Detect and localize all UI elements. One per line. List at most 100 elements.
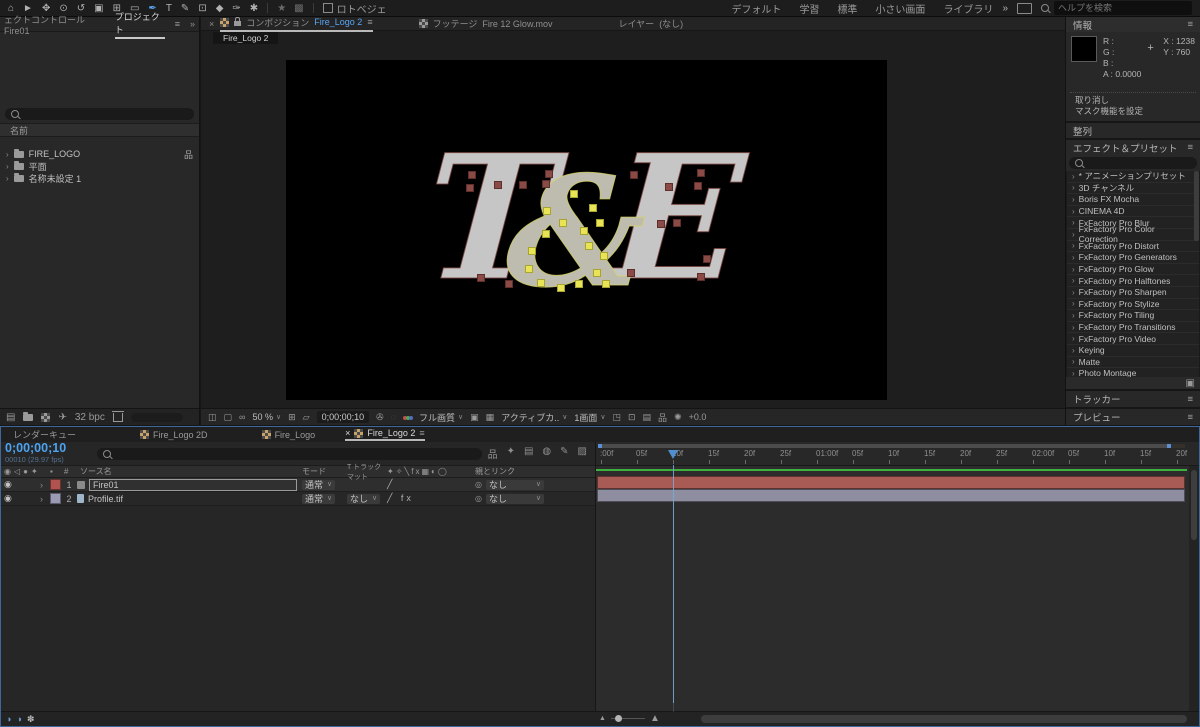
timeline-zoom-control[interactable]: ▲ ▲ (599, 713, 660, 724)
mask-point-selected[interactable] (596, 219, 604, 227)
magnification-dropdown[interactable]: 50 % ∨ (252, 412, 281, 422)
layer-visibility-toggle[interactable]: ◉ (1, 493, 18, 504)
expand-icon[interactable]: › (1072, 183, 1075, 192)
zoom-slider-knob[interactable] (614, 715, 622, 722)
mask-point[interactable] (697, 169, 705, 177)
comp-mini-flowchart-icon[interactable]: 品 (488, 446, 498, 461)
parent-dropdown[interactable]: なし ∨ (485, 493, 544, 504)
mask-visibility-icon[interactable]: ▱ (303, 412, 310, 423)
pickwhip-icon[interactable]: ◎ (475, 494, 482, 503)
layer-label-color[interactable] (50, 479, 61, 490)
mask-point[interactable] (697, 273, 705, 281)
workspace-tab-3[interactable]: 小さい画面 (875, 1, 925, 16)
panel-menu-icon[interactable]: ≡ (175, 19, 180, 29)
tab-project[interactable]: プロジェクト (114, 10, 165, 39)
brush-tool-icon[interactable]: ✎ (181, 0, 189, 17)
mask-point-selected[interactable] (537, 279, 545, 287)
panel-menu-icon[interactable]: ≡ (1187, 394, 1193, 405)
expand-icon[interactable]: › (1072, 241, 1075, 250)
blend-mode-dropdown[interactable]: 通常 ∨ (302, 479, 336, 490)
workspace-tab-1[interactable]: 学習 (799, 1, 819, 16)
close-icon[interactable]: × (345, 428, 350, 438)
trash-icon[interactable] (111, 410, 124, 422)
mask-point-selected[interactable] (593, 269, 601, 277)
graph-editor-icon[interactable]: ▨ (578, 446, 587, 461)
mask-point-selected[interactable] (602, 280, 610, 288)
effects-category-0[interactable]: › * アニメーションプリセット (1067, 171, 1199, 183)
workspace-tab-2[interactable]: 標準 (837, 1, 857, 16)
ruler-grid-icon[interactable]: ⊞ (288, 412, 296, 423)
viewer-timecode[interactable]: 0;00;00;10 (316, 411, 370, 423)
tab-comp-fire-logo-2[interactable]: × Fire_Logo 2 ≡ (345, 428, 425, 441)
help-search[interactable] (1041, 1, 1192, 15)
workspace-tab-0[interactable]: デフォルト (731, 1, 781, 16)
motion-blur-icon[interactable]: ✎ (560, 446, 568, 461)
expand-icon[interactable]: › (1072, 230, 1075, 239)
layer-label-color[interactable] (50, 493, 61, 504)
playhead-line[interactable] (673, 465, 674, 703)
preview-panel-header[interactable]: プレビュー ≡ (1066, 409, 1200, 425)
mask-point-selected[interactable] (559, 219, 567, 227)
zoom-slider-track[interactable] (610, 715, 645, 722)
mask-point[interactable] (505, 280, 513, 288)
mask-point-selected[interactable] (580, 227, 588, 235)
fast-previews-icon[interactable]: ⊡ (628, 412, 636, 423)
parent-link-column[interactable]: 親とリンク (475, 466, 595, 477)
expand-icon[interactable]: › (1072, 311, 1075, 320)
viewer-subtab[interactable]: Fire_Logo 2 (213, 32, 279, 44)
tab-composition[interactable]: コンポジション Fire_Logo 2 ≡ (220, 16, 373, 32)
new-folder-icon[interactable] (23, 411, 34, 421)
effects-category-12[interactable]: › FxFactory Pro Tiling (1067, 310, 1199, 322)
expand-layer-icon[interactable]: › (40, 494, 50, 504)
mask-point[interactable] (630, 171, 638, 179)
mask-point-selected[interactable] (528, 247, 536, 255)
reset-exposure-icon[interactable]: ✺ (674, 412, 682, 423)
roto-brush-tool-icon[interactable]: ✑ (232, 0, 240, 17)
tab-comp-fire-logo[interactable]: Fire_Logo (261, 430, 315, 440)
camera-view-dropdown[interactable]: アクティブカ.. ∨ (501, 411, 567, 424)
effects-category-11[interactable]: › FxFactory Pro Stylize (1067, 299, 1199, 311)
effects-search[interactable] (1069, 157, 1197, 169)
type-tool-icon[interactable]: T (166, 0, 172, 17)
layer-switches[interactable]: ╱ (387, 479, 475, 490)
work-area-start-handle[interactable] (598, 444, 602, 448)
hide-shy-layers-icon[interactable]: ▤ (524, 446, 533, 461)
effects-category-8[interactable]: › FxFactory Pro Glow (1067, 264, 1199, 276)
expand-icon[interactable]: › (6, 162, 9, 171)
tab-render-queue[interactable]: レンダーキュー (13, 428, 76, 441)
playhead-handle[interactable] (668, 450, 678, 459)
panel-menu-icon[interactable]: ≡ (1187, 142, 1193, 153)
effects-search-input[interactable] (1087, 157, 1191, 169)
tracker-panel-header[interactable]: トラッカー ≡ (1066, 391, 1200, 407)
mask-point[interactable] (494, 181, 502, 189)
timeline-horizontal-scrollbar[interactable] (701, 715, 1187, 723)
effects-category-13[interactable]: › FxFactory Pro Transitions (1067, 322, 1199, 334)
blend-mode-dropdown[interactable]: 通常 ∨ (302, 493, 336, 504)
mask-point-selected[interactable] (585, 242, 593, 250)
project-item-1[interactable]: › 平面 (0, 160, 199, 172)
timecode-value[interactable]: 0;00;00;10 (5, 441, 66, 455)
zoom-in-mountain-icon[interactable]: ▲ (650, 713, 660, 724)
effects-category-3[interactable]: › CINEMA 4D (1067, 206, 1199, 218)
panel-more-icon[interactable]: » (190, 19, 195, 29)
layer-name[interactable]: Profile.tif (88, 494, 123, 504)
expand-icon[interactable]: › (1072, 357, 1075, 366)
panel-menu-icon[interactable]: ≡ (1187, 412, 1193, 423)
effects-category-7[interactable]: › FxFactory Pro Generators (1067, 252, 1199, 264)
mask-point[interactable] (657, 220, 665, 228)
expand-icon[interactable]: › (1072, 334, 1075, 343)
always-preview-icon[interactable]: ◫ (208, 412, 217, 423)
frame-blend-toggle-icon[interactable]: ◑ (6, 714, 11, 725)
timeline-vertical-scrollbar[interactable] (1189, 466, 1199, 712)
main-viewer-icon[interactable]: ▢ (224, 412, 233, 423)
work-area-end-handle[interactable] (1167, 444, 1171, 448)
workspace-manager-icon[interactable] (1017, 2, 1032, 14)
time-ruler[interactable]: :00f 05f 10f 15f 20f 25f 01:00f 05f 10f 15f 20f 25f… (596, 442, 1199, 466)
tab-comp-fire-logo-2d[interactable]: Fire_Logo 2D (140, 430, 208, 440)
expand-icon[interactable]: › (6, 150, 9, 159)
timeline-search-input[interactable] (115, 447, 476, 460)
effects-category-16[interactable]: › Matte (1067, 357, 1199, 369)
trkmat-dropdown[interactable]: なし ∨ (347, 493, 381, 504)
checkbox-icon[interactable] (322, 3, 333, 13)
viewer-glasses-icon[interactable]: ∞ (239, 412, 245, 422)
